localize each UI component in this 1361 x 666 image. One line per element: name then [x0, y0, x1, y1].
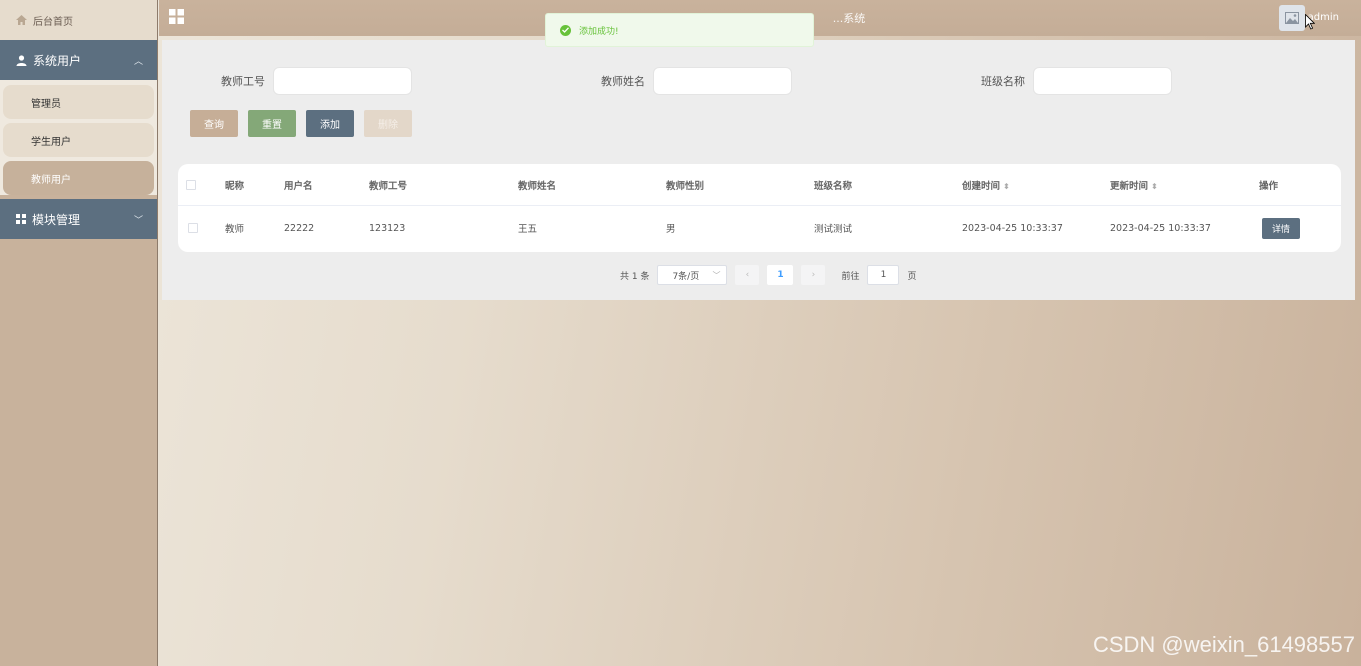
class-name-field: 班级名称 — [981, 67, 1172, 95]
column-header: 昵称 — [225, 180, 245, 192]
query-button[interactable]: 查询 — [190, 110, 238, 137]
teacher-name-field: 教师姓名 — [601, 67, 792, 95]
user-icon — [16, 54, 27, 66]
chevron-up-icon: ︿ — [133, 56, 143, 67]
watermark: CSDN @weixin_61498557 — [1092, 632, 1355, 657]
check-circle-icon — [560, 24, 571, 36]
sidebar-item-label: 学生用户 — [31, 136, 71, 148]
image-icon — [1285, 12, 1299, 24]
column-header: 教师工号 — [369, 180, 408, 192]
column-header: 教师姓名 — [518, 180, 557, 192]
main-panel: 教师工号 教师姓名 班级名称 查询 重置 添加 删除 昵称 用户名 教师工号 教… — [162, 40, 1355, 300]
sidebar-item-label: 教师用户 — [31, 174, 71, 186]
class-name-input[interactable] — [1033, 67, 1172, 95]
teacher-no-field: 教师工号 — [221, 67, 412, 95]
data-table: 昵称 用户名 教师工号 教师姓名 教师性别 班级名称 创建时间 ⬍ 更新时间 ⬍ 操… — [178, 164, 1341, 252]
sidebar-item-teachers[interactable]: 教师用户 — [3, 161, 154, 195]
prev-page-button[interactable]: ‹ — [735, 265, 760, 285]
column-header: 更新时间 — [1110, 180, 1149, 192]
table-row: 教师 22222 123123 王五 男 测试测试 2023-04-25 10:… — [178, 207, 1341, 249]
page-suffix: 页 — [907, 271, 917, 282]
select-all-checkbox[interactable] — [186, 179, 196, 190]
sidebar-item-home[interactable]: 后台首页 — [0, 0, 157, 40]
table-header: 昵称 用户名 教师工号 教师姓名 教师性别 班级名称 创建时间 ⬍ 更新时间 ⬍ 操… — [178, 164, 1341, 206]
table-cell: 2023-04-25 10:33:37 — [962, 222, 1063, 234]
field-label: 教师工号 — [221, 75, 265, 88]
field-label: 班级名称 — [981, 75, 1025, 88]
sidebar-group-modules[interactable]: 模块管理 ﹀ — [0, 199, 157, 239]
goto-label: 前往 — [841, 271, 860, 282]
sidebar-item-label: 后台首页 — [33, 16, 73, 28]
teacher-name-input[interactable] — [653, 67, 792, 95]
detail-button[interactable]: 详情 — [1262, 217, 1300, 239]
table-cell: 教师 — [225, 224, 245, 235]
next-page-button[interactable]: › — [801, 265, 826, 285]
goto-page-input[interactable]: 1 — [867, 265, 900, 285]
sidebar-item-students[interactable]: 学生用户 — [3, 123, 154, 157]
column-header: 教师性别 — [666, 180, 705, 192]
chevron-down-icon: ﹀ — [133, 215, 143, 226]
delete-button[interactable]: 删除 — [364, 110, 412, 137]
pagination: 共 1 条 7条/页 ﹀ ‹ 1 › 前往 1 页 — [620, 265, 916, 285]
column-header: 班级名称 — [814, 180, 853, 192]
table-cell: 22222 — [284, 222, 315, 234]
chevron-down-icon: ﹀ — [712, 270, 721, 280]
grid-icon — [16, 214, 26, 224]
sidebar: 后台首页 系统用户 ︿ 管理员 学生用户 教师用户 模块管理 ﹀ — [0, 0, 158, 666]
column-header: 用户名 — [284, 180, 313, 192]
column-header: 创建时间 — [962, 180, 1001, 192]
teacher-no-input[interactable] — [273, 67, 412, 95]
sidebar-group-label: 系统用户 — [33, 53, 82, 68]
action-buttons: 查询 重置 添加 删除 — [190, 110, 412, 137]
table-cell: 王五 — [518, 224, 538, 235]
add-button[interactable]: 添加 — [306, 110, 354, 137]
sidebar-group-system-users[interactable]: 系统用户 ︿ — [0, 40, 157, 80]
field-label: 教师姓名 — [601, 75, 645, 88]
table-cell: 测试测试 — [814, 224, 853, 235]
column-header: 操作 — [1259, 180, 1279, 192]
reset-button[interactable]: 重置 — [248, 110, 296, 137]
sort-icon[interactable]: ⬍ — [1151, 182, 1158, 191]
home-icon — [16, 15, 27, 25]
table-cell: 男 — [666, 224, 676, 235]
menu-toggle-icon[interactable] — [169, 9, 184, 24]
row-checkbox[interactable] — [188, 223, 198, 233]
avatar[interactable] — [1279, 5, 1305, 31]
success-toast: 添加成功! — [545, 13, 814, 47]
total-count: 共 1 条 — [620, 271, 650, 282]
search-form: 教师工号 教师姓名 班级名称 — [162, 67, 1355, 95]
sort-icon[interactable]: ⬍ — [1003, 182, 1010, 191]
mouse-cursor-icon — [1305, 14, 1315, 30]
toast-message: 添加成功! — [579, 26, 619, 37]
page-size-select[interactable]: 7条/页 ﹀ — [657, 265, 728, 285]
table-cell: 2023-04-25 10:33:37 — [1110, 222, 1211, 234]
sidebar-group-label: 模块管理 — [32, 212, 81, 227]
sidebar-item-label: 管理员 — [31, 98, 61, 110]
page-number[interactable]: 1 — [767, 265, 794, 285]
column-header-sortable[interactable]: 更新时间 ⬍ — [1110, 178, 1158, 192]
column-header-sortable[interactable]: 创建时间 ⬍ — [962, 178, 1010, 192]
table-cell: 123123 — [369, 222, 406, 234]
chevron-left-icon: ‹ — [745, 270, 750, 280]
page-size-value: 7条/页 — [672, 271, 700, 282]
sidebar-item-admin[interactable]: 管理员 — [3, 85, 154, 119]
chevron-right-icon: › — [811, 270, 816, 280]
